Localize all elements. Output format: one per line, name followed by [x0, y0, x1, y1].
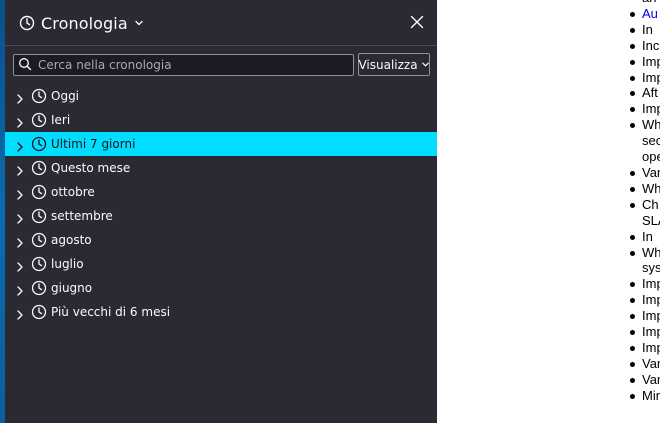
page-list-item: SLA [642, 212, 660, 228]
clock-icon [31, 160, 47, 176]
chevron-right-icon[interactable] [15, 282, 25, 296]
clock-icon [31, 136, 47, 152]
chevron-right-icon[interactable] [15, 186, 25, 200]
page-list-item: Imp [628, 308, 660, 324]
history-folder-row[interactable]: Oggi [5, 84, 437, 108]
page-list-item: Imp [628, 324, 660, 340]
page-list-item: Imp [628, 70, 660, 86]
page-list-item: Var [628, 356, 660, 372]
page-list-item: Var [628, 165, 660, 181]
history-folder-row[interactable]: settembre [5, 204, 437, 228]
sidebar-title: Cronologia [41, 13, 128, 33]
search-icon [14, 56, 32, 75]
page-list-item: sec [642, 133, 660, 149]
web-page-content [437, 0, 660, 423]
history-folder-row[interactable]: giugno [5, 276, 437, 300]
page-list-item: Aft [628, 85, 660, 101]
clock-icon [31, 88, 47, 104]
header-divider [5, 45, 437, 46]
view-button-label: Visualizza [358, 57, 418, 72]
chevron-down-icon [134, 18, 144, 28]
page-list-item: Wh [628, 117, 660, 133]
search-box[interactable] [13, 54, 354, 76]
close-sidebar-button[interactable] [403, 9, 431, 37]
chevron-right-icon[interactable] [15, 138, 25, 152]
history-folder-row[interactable]: ottobre [5, 180, 437, 204]
page-list-item: Imp [628, 101, 660, 117]
page-list-item: ope [642, 149, 660, 165]
clock-icon [31, 304, 47, 320]
page-list-item: Min [628, 388, 660, 404]
history-folder-label: giugno [51, 281, 93, 295]
clock-icon [31, 208, 47, 224]
chevron-right-icon[interactable] [15, 114, 25, 128]
history-folder-label: Più vecchi di 6 mesi [51, 305, 171, 319]
history-folder-row[interactable]: agosto [5, 228, 437, 252]
clock-icon [31, 184, 47, 200]
history-folder-row[interactable]: Questo mese [5, 156, 437, 180]
history-folder-label: ottobre [51, 185, 95, 199]
search-input[interactable] [38, 58, 338, 72]
page-list-item: In [628, 229, 660, 245]
close-icon [410, 14, 424, 33]
history-sidebar: Cronologia Visualizza [5, 0, 437, 423]
history-folder-label: agosto [51, 233, 92, 247]
chevron-right-icon[interactable] [15, 258, 25, 272]
page-list-item: Wh [628, 245, 660, 261]
history-folder-row[interactable]: Ieri [5, 108, 437, 132]
history-folder-label: luglio [51, 257, 84, 271]
view-menu-button[interactable]: Visualizza [358, 53, 430, 76]
page-list-item: sys [642, 260, 660, 276]
history-folder-label: Ieri [51, 113, 71, 127]
page-list-item: Var [628, 372, 660, 388]
history-folder-label: Oggi [51, 89, 80, 103]
chevron-right-icon[interactable] [15, 234, 25, 248]
chevron-right-icon[interactable] [15, 306, 25, 320]
clock-icon [19, 15, 35, 31]
history-folder-label: Ultimi 7 giorni [51, 137, 136, 151]
history-folder-row[interactable]: Più vecchi di 6 mesi [5, 300, 437, 324]
page-list-item: Imp [628, 340, 660, 356]
chevron-right-icon[interactable] [15, 90, 25, 104]
sidebar-header: Cronologia [5, 0, 437, 46]
history-folder-row[interactable]: Ultimi 7 giorni [5, 132, 437, 156]
page-list-item: Ch [628, 197, 660, 213]
page-list-item: Wh [628, 181, 660, 197]
clock-icon [31, 280, 47, 296]
chevron-right-icon[interactable] [15, 162, 25, 176]
clock-icon [31, 112, 47, 128]
page-list-item: Imp [628, 276, 660, 292]
page-list-item: Inc [628, 38, 660, 54]
page-list-item: Imp [628, 54, 660, 70]
history-folder-row[interactable]: luglio [5, 252, 437, 276]
history-tree: Oggi Ieri Ultimi 7 giorni Questo mese ottobr… [5, 84, 437, 324]
page-bullet-list: anAuInIncImpImpAftImpWhsecopeVarWhChSLAI… [628, 0, 660, 404]
page-list-item: In [628, 22, 660, 38]
clock-icon [31, 232, 47, 248]
chevron-down-icon [421, 58, 430, 72]
sidebar-switcher-button[interactable]: Cronologia [13, 8, 150, 38]
page-link-item[interactable]: Au [628, 6, 660, 22]
history-folder-label: Questo mese [51, 161, 131, 175]
history-folder-label: settembre [51, 209, 113, 223]
page-list-item: Imp [628, 292, 660, 308]
clock-icon [31, 256, 47, 272]
chevron-right-icon[interactable] [15, 210, 25, 224]
